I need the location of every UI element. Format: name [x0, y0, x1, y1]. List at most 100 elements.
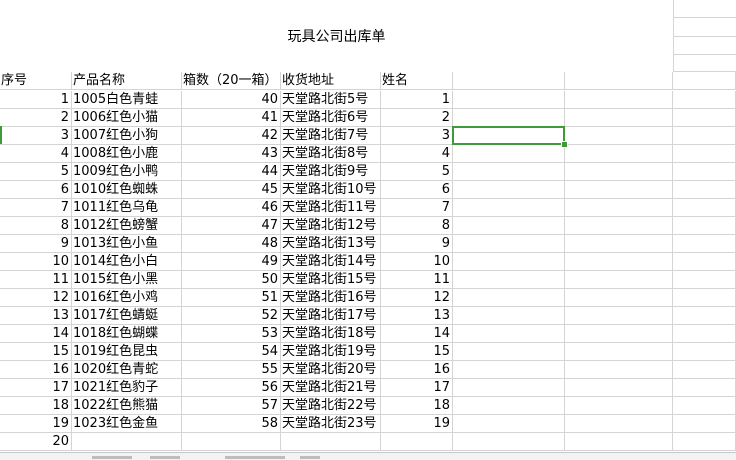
cell-name[interactable]: 10	[381, 253, 453, 271]
empty-cell[interactable]	[673, 379, 736, 397]
cell-name[interactable]: 16	[381, 361, 453, 379]
cell-address[interactable]: 天堂路北街7号	[281, 127, 381, 145]
cell-seq[interactable]: 7	[0, 199, 72, 217]
empty-cell[interactable]	[565, 379, 673, 397]
cell-seq[interactable]: 4	[0, 145, 72, 163]
cell-seq[interactable]: 9	[0, 235, 72, 253]
cell-address[interactable]: 天堂路北街9号	[281, 163, 381, 181]
empty-cell[interactable]	[565, 325, 673, 343]
empty-cell[interactable]	[453, 343, 565, 361]
cell-boxes[interactable]: 51	[182, 289, 281, 307]
empty-cell[interactable]	[453, 397, 565, 415]
right-empty-cells[interactable]	[673, 0, 736, 72]
cell-boxes[interactable]: 58	[182, 415, 281, 433]
empty-cell[interactable]	[673, 397, 736, 415]
empty-cell[interactable]	[673, 181, 736, 199]
cell-boxes[interactable]: 45	[182, 181, 281, 199]
cell-seq[interactable]: 1	[0, 91, 72, 109]
cell-product[interactable]: 1012红色螃蟹	[72, 217, 182, 235]
cell-product[interactable]: 1013红色小鱼	[72, 235, 182, 253]
empty-cell[interactable]	[453, 325, 565, 343]
cell-address[interactable]: 天堂路北街14号	[281, 253, 381, 271]
cell-boxes[interactable]: 44	[182, 163, 281, 181]
spreadsheet-grid[interactable]: 玩具公司出库单 序号 产品名称 箱数（20一箱） 收货地址 姓名 1 1005白色…	[0, 0, 736, 460]
cell-boxes[interactable]: 41	[182, 109, 281, 127]
cell-address[interactable]: 天堂路北街19号	[281, 343, 381, 361]
empty-cell[interactable]	[673, 109, 736, 127]
cell-product[interactable]: 1019红色昆虫	[72, 343, 182, 361]
cell-seq[interactable]: 5	[0, 163, 72, 181]
cell-boxes[interactable]: 56	[182, 379, 281, 397]
cell-seq[interactable]: 18	[0, 397, 72, 415]
empty-cell[interactable]	[673, 433, 736, 451]
empty-cell[interactable]	[565, 163, 673, 181]
cell-address[interactable]: 天堂路北街16号	[281, 289, 381, 307]
cell-product[interactable]: 1005白色青蛙	[72, 91, 182, 109]
cell-product[interactable]: 1014红色小白	[72, 253, 182, 271]
empty-cell[interactable]	[673, 325, 736, 343]
cell-boxes[interactable]	[182, 433, 281, 451]
empty-cell[interactable]	[565, 289, 673, 307]
empty-cell[interactable]	[673, 415, 736, 433]
empty-cell[interactable]	[453, 91, 565, 109]
header-product[interactable]: 产品名称	[72, 72, 182, 90]
cell-name[interactable]: 2	[381, 109, 453, 127]
cell-address[interactable]: 天堂路北街8号	[281, 145, 381, 163]
empty-cell[interactable]	[453, 433, 565, 451]
active-cell-selection[interactable]	[452, 126, 565, 145]
empty-cell[interactable]	[565, 109, 673, 127]
empty-cell[interactable]	[565, 127, 673, 145]
empty-cell[interactable]	[565, 343, 673, 361]
cell-address[interactable]: 天堂路北街20号	[281, 361, 381, 379]
cell-name[interactable]: 17	[381, 379, 453, 397]
cell-address[interactable]: 天堂路北街17号	[281, 307, 381, 325]
empty-cell[interactable]	[453, 253, 565, 271]
cell-name[interactable]: 15	[381, 343, 453, 361]
cell-product[interactable]: 1018红色蝴蝶	[72, 325, 182, 343]
empty-cell[interactable]	[673, 199, 736, 217]
cell-name[interactable]: 14	[381, 325, 453, 343]
empty-cell[interactable]	[453, 72, 565, 90]
cell-address[interactable]: 天堂路北街5号	[281, 91, 381, 109]
empty-cell[interactable]	[673, 127, 736, 145]
empty-cell[interactable]	[565, 253, 673, 271]
header-seq[interactable]: 序号	[0, 72, 72, 90]
cell-seq[interactable]: 11	[0, 271, 72, 289]
cell-seq[interactable]: 15	[0, 343, 72, 361]
cell-product[interactable]: 1010红色蜘蛛	[72, 181, 182, 199]
empty-cell[interactable]	[453, 307, 565, 325]
empty-cell[interactable]	[565, 433, 673, 451]
empty-cell[interactable]	[565, 91, 673, 109]
cell-product[interactable]: 1011红色乌龟	[72, 199, 182, 217]
empty-cell[interactable]	[673, 163, 736, 181]
cell-seq[interactable]: 6	[0, 181, 72, 199]
empty-cell[interactable]	[453, 235, 565, 253]
cell-product[interactable]: 1016红色小鸡	[72, 289, 182, 307]
empty-cell[interactable]	[565, 145, 673, 163]
header-address[interactable]: 收货地址	[281, 72, 381, 90]
cell-product[interactable]: 1009红色小鸭	[72, 163, 182, 181]
cell-boxes[interactable]: 57	[182, 397, 281, 415]
cell-address[interactable]: 天堂路北街21号	[281, 379, 381, 397]
empty-cell[interactable]	[453, 289, 565, 307]
title-merged-cell[interactable]: 玩具公司出库单	[0, 0, 674, 73]
cell-product[interactable]: 1021红色豹子	[72, 379, 182, 397]
empty-cell[interactable]	[673, 361, 736, 379]
empty-cell[interactable]	[453, 163, 565, 181]
empty-cell[interactable]	[565, 397, 673, 415]
cell-address[interactable]: 天堂路北街22号	[281, 397, 381, 415]
cell-address[interactable]	[281, 433, 381, 451]
empty-cell[interactable]	[453, 361, 565, 379]
cell-name[interactable]: 3	[381, 127, 453, 145]
empty-cell[interactable]	[565, 235, 673, 253]
cell-product[interactable]: 1020红色青蛇	[72, 361, 182, 379]
cell-product[interactable]: 1015红色小黑	[72, 271, 182, 289]
cell-product[interactable]	[72, 433, 182, 451]
cell-address[interactable]: 天堂路北街23号	[281, 415, 381, 433]
empty-cell[interactable]	[565, 217, 673, 235]
empty-cell[interactable]	[453, 415, 565, 433]
cell-seq[interactable]: 10	[0, 253, 72, 271]
cell-seq[interactable]: 19	[0, 415, 72, 433]
empty-cell[interactable]	[673, 253, 736, 271]
cell-address[interactable]: 天堂路北街6号	[281, 109, 381, 127]
